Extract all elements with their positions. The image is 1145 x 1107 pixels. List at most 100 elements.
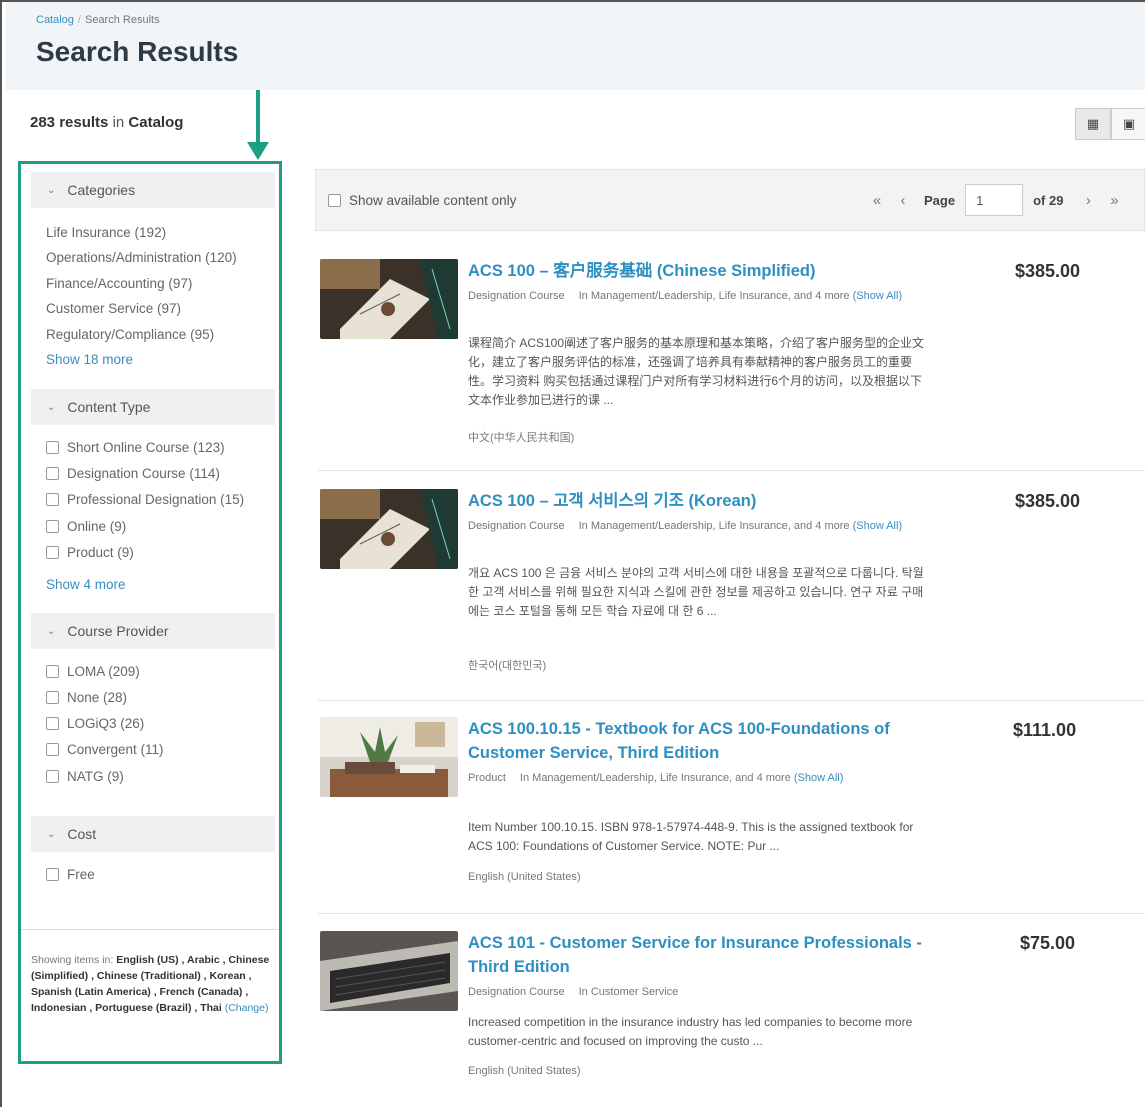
last-page-icon[interactable]: » bbox=[1101, 192, 1127, 209]
show-all-link[interactable]: (Show All) bbox=[853, 520, 903, 532]
facet-header-content-type[interactable]: ⌄ Content Type bbox=[31, 389, 275, 425]
result-title-link[interactable]: ACS 100.10.15 - Textbook for ACS 100-Fou… bbox=[468, 717, 938, 765]
result-count-scope: Catalog bbox=[128, 114, 184, 131]
show-all-link[interactable]: (Show All) bbox=[853, 290, 903, 302]
result-language: 中文(中华人民共和国) bbox=[468, 432, 575, 444]
result-price: $111.00 bbox=[1013, 720, 1077, 740]
chevron-down-icon: ⌄ bbox=[47, 828, 56, 840]
content-type-checkbox[interactable]: Designation Course (114) bbox=[46, 466, 220, 481]
checkbox-icon[interactable] bbox=[46, 441, 59, 454]
checkbox-icon[interactable] bbox=[46, 691, 59, 704]
facet-title: Categories bbox=[67, 182, 136, 198]
result-meta: Designation Course In Customer Service bbox=[468, 984, 918, 1001]
provider-checkbox[interactable]: None (28) bbox=[46, 690, 127, 705]
page-label: Page bbox=[924, 192, 956, 208]
checkbox-icon[interactable] bbox=[46, 493, 59, 506]
result-title-link[interactable]: ACS 100 – 客户服务基础 (Chinese Simplified) bbox=[468, 259, 938, 283]
content-type-checkbox[interactable]: Product (9) bbox=[46, 545, 134, 560]
calendar-view-icon: ▣ bbox=[1122, 116, 1136, 131]
content-type-checkbox[interactable]: Online (9) bbox=[46, 519, 126, 534]
breadcrumb-catalog-link[interactable]: Catalog bbox=[36, 14, 74, 26]
result-thumbnail[interactable] bbox=[320, 931, 458, 1011]
provider-checkbox[interactable]: NATG (9) bbox=[46, 769, 124, 784]
result-price: $385.00 bbox=[1015, 261, 1081, 281]
checkbox-icon[interactable] bbox=[46, 770, 59, 783]
facet-header-categories[interactable]: ⌄ Categories bbox=[31, 172, 275, 208]
available-only-label: Show available content only bbox=[349, 193, 517, 208]
result-in-categories: In Management/Leadership, Life Insurance… bbox=[578, 290, 850, 302]
checkbox-icon[interactable] bbox=[328, 194, 341, 207]
page-header: Catalog / Search Results Search Results bbox=[6, 2, 1145, 90]
list-view-button[interactable]: ▦ bbox=[1075, 108, 1111, 140]
divider bbox=[21, 929, 279, 930]
checkbox-label: Free bbox=[67, 867, 95, 882]
first-page-icon[interactable]: « bbox=[864, 192, 890, 209]
provider-checkbox[interactable]: Convergent (11) bbox=[46, 742, 164, 757]
result-item: ACS 100 – 고객 서비스의 기조 (Korean) $385.00 De… bbox=[318, 489, 1145, 699]
checkbox-icon[interactable] bbox=[46, 546, 59, 559]
next-page-icon[interactable]: › bbox=[1075, 192, 1101, 209]
result-thumbnail[interactable] bbox=[320, 489, 458, 569]
checkbox-icon[interactable] bbox=[46, 665, 59, 678]
categories-show-more-link[interactable]: Show 18 more bbox=[46, 352, 133, 367]
result-item: ACS 100 – 客户服务基础 (Chinese Simplified) $3… bbox=[318, 259, 1145, 469]
breadcrumb: Catalog / Search Results bbox=[36, 14, 160, 26]
result-type: Product bbox=[468, 772, 506, 784]
category-link[interactable]: Regulatory/Compliance (95) bbox=[46, 327, 214, 342]
provider-checkbox[interactable]: LOGiQ3 (26) bbox=[46, 716, 144, 731]
result-type: Designation Course bbox=[468, 520, 565, 532]
result-meta: Product In Management/Leadership, Life In… bbox=[468, 770, 918, 787]
window-left-border bbox=[0, 0, 6, 1107]
provider-checkbox[interactable]: LOMA (209) bbox=[46, 664, 140, 679]
divider bbox=[318, 913, 1145, 914]
checkbox-label: Designation Course (114) bbox=[67, 466, 220, 481]
calendar-view-button[interactable]: ▣ bbox=[1111, 108, 1145, 140]
result-in-categories: In Management/Leadership, Life Insurance… bbox=[578, 520, 850, 532]
cost-checkbox[interactable]: Free bbox=[46, 867, 95, 882]
divider bbox=[318, 700, 1145, 701]
previous-page-icon[interactable]: ‹ bbox=[890, 192, 916, 209]
result-meta: Designation Course In Management/Leadersh… bbox=[468, 288, 918, 305]
result-thumbnail[interactable] bbox=[320, 717, 458, 797]
result-price: $75.00 bbox=[1020, 933, 1076, 953]
checkbox-icon[interactable] bbox=[46, 868, 59, 881]
category-link[interactable]: Customer Service (97) bbox=[46, 301, 181, 316]
checkbox-icon[interactable] bbox=[46, 717, 59, 730]
checkbox-label: NATG (9) bbox=[67, 769, 124, 784]
content-type-show-more-link[interactable]: Show 4 more bbox=[46, 577, 126, 592]
result-language: English (United States) bbox=[468, 871, 581, 883]
result-language: English (United States) bbox=[468, 1065, 581, 1077]
change-language-link[interactable]: (Change) bbox=[225, 1002, 269, 1014]
result-type: Designation Course bbox=[468, 290, 565, 302]
language-prefix: Showing items in: bbox=[31, 954, 114, 966]
result-type: Designation Course bbox=[468, 986, 565, 998]
checkbox-icon[interactable] bbox=[46, 467, 59, 480]
chevron-down-icon: ⌄ bbox=[47, 184, 56, 196]
checkbox-label: Professional Designation (15) bbox=[67, 492, 245, 507]
result-price: $385.00 bbox=[1015, 491, 1081, 511]
page-number-input[interactable] bbox=[965, 184, 1024, 216]
available-only-checkbox[interactable]: Show available content only bbox=[328, 193, 516, 208]
content-type-checkbox[interactable]: Professional Designation (15) bbox=[46, 492, 244, 507]
category-link[interactable]: Operations/Administration (120) bbox=[46, 250, 237, 265]
page-count: of 29 bbox=[1033, 192, 1064, 208]
result-item: ACS 101 - Customer Service for Insurance… bbox=[318, 931, 1145, 1091]
content-type-checkbox[interactable]: Short Online Course (123) bbox=[46, 440, 225, 455]
facet-title: Course Provider bbox=[67, 623, 169, 639]
category-link[interactable]: Finance/Accounting (97) bbox=[46, 276, 192, 291]
category-link[interactable]: Life Insurance (192) bbox=[46, 225, 166, 240]
filter-sidebar: ⌄ Categories Life Insurance (192) Operat… bbox=[18, 161, 282, 1064]
list-view-icon: ▦ bbox=[1086, 116, 1100, 131]
result-thumbnail[interactable] bbox=[320, 259, 458, 339]
result-title-link[interactable]: ACS 100 – 고객 서비스의 기조 (Korean) bbox=[468, 489, 938, 513]
result-language: 한국어(대한민국) bbox=[468, 660, 547, 672]
checkbox-icon[interactable] bbox=[46, 520, 59, 533]
checkbox-icon[interactable] bbox=[46, 743, 59, 756]
checkbox-label: Product (9) bbox=[67, 545, 134, 560]
chevron-down-icon: ⌄ bbox=[47, 625, 56, 637]
result-title-link[interactable]: ACS 101 - Customer Service for Insurance… bbox=[468, 931, 938, 979]
facet-header-cost[interactable]: ⌄ Cost bbox=[31, 816, 275, 852]
result-in-categories: In Management/Leadership, Life Insurance… bbox=[519, 772, 791, 784]
facet-header-course-provider[interactable]: ⌄ Course Provider bbox=[31, 613, 275, 649]
show-all-link[interactable]: (Show All) bbox=[794, 772, 844, 784]
